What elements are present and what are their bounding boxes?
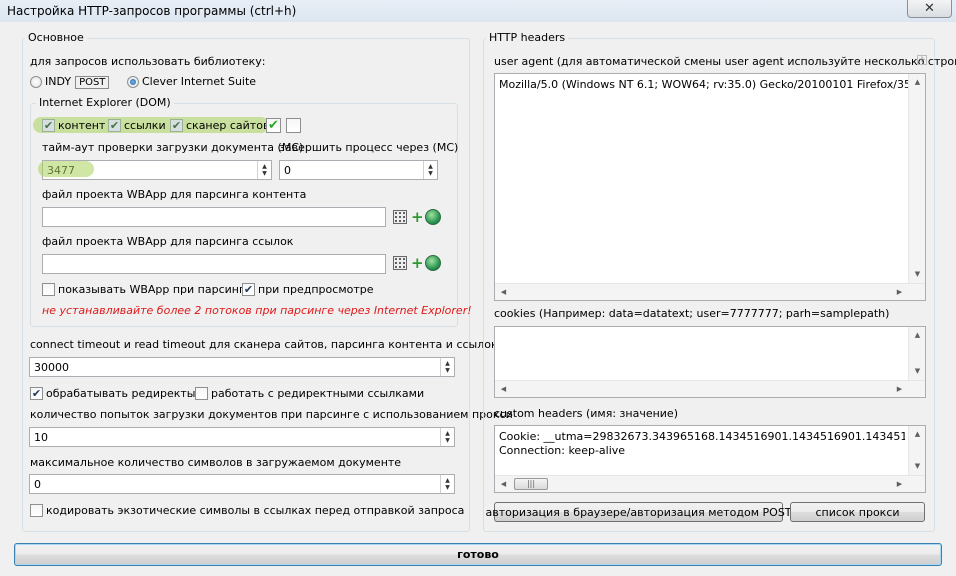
indy-post-badge: POST — [75, 76, 110, 89]
globe-icon[interactable] — [425, 209, 441, 225]
scroll-thumb[interactable]: ||| — [514, 478, 548, 490]
cb-content-label: контент — [58, 119, 106, 132]
terminate-input[interactable]: 0 ▲ ▼ — [279, 160, 438, 180]
highlight-timeout — [38, 161, 94, 177]
cb-handle-redirects[interactable] — [30, 387, 43, 400]
max-chars-input[interactable]: 0 ▲ ▼ — [29, 474, 455, 494]
scroll-right-icon[interactable]: ▶ — [891, 476, 908, 492]
cookies-hscroll[interactable]: ◀ ▶ — [495, 380, 925, 397]
wbapp-links-label: файл проекта WBApp для парсинга ссылок — [42, 235, 294, 248]
proxy-attempts-input[interactable]: 10 ▲ ▼ — [29, 427, 455, 447]
cb-on-preview[interactable] — [242, 283, 255, 296]
cb-handle-redirects-label: обрабатывать редиректы — [46, 387, 196, 400]
connect-timeout-label: connect timeout и read timeout для скане… — [30, 338, 525, 351]
globe-icon[interactable] — [425, 255, 441, 271]
basic-group-title: Основное — [25, 31, 87, 44]
timeout-spinner[interactable]: ▲ ▼ — [257, 161, 271, 179]
grid-icon[interactable] — [393, 210, 407, 224]
proxy-list-button[interactable]: список прокси — [790, 502, 925, 522]
custom-headers-memo[interactable]: Cookie: __utma=29832673.343965168.143451… — [494, 425, 926, 493]
cb-scanner[interactable] — [170, 119, 183, 132]
terminate-label: завершить процесс через (МС) — [279, 141, 459, 154]
custom-headers-hscroll[interactable]: ◀ ||| ▶ — [495, 475, 925, 492]
timeout-label: тайм-аут проверки загрузки документа (МС… — [42, 141, 304, 154]
plus-icon[interactable]: + — [411, 210, 424, 225]
custom-headers-label: custom headers (имя: значение) — [494, 407, 678, 420]
radio-indy-label: INDY POST — [45, 75, 110, 89]
custom-headers-line2: Connection: keep-alive — [499, 444, 626, 457]
scroll-left-icon[interactable]: ◀ — [495, 381, 512, 397]
scroll-down-icon[interactable]: ▼ — [909, 363, 925, 380]
expand-icon[interactable]: + — [917, 55, 927, 65]
window-title: Настройка HTTP-запросов программы (ctrl+… — [7, 4, 297, 18]
wbapp-links-input[interactable] — [42, 254, 386, 274]
terminate-value: 0 — [284, 164, 291, 177]
user-agent-value: Mozilla/5.0 (Windows NT 6.1; WOW64; rv:3… — [499, 78, 922, 91]
title-bar: Настройка HTTP-запросов программы (ctrl+… — [0, 0, 956, 22]
custom-headers-line1: Cookie: __utma=29832673.343965168.143451… — [499, 430, 905, 443]
cb-on-preview-label: при предпросмотре — [258, 283, 374, 296]
max-chars-value: 0 — [34, 478, 41, 491]
user-agent-memo[interactable]: Mozilla/5.0 (Windows NT 6.1; WOW64; rv:3… — [494, 73, 926, 301]
cb-extra1[interactable] — [266, 118, 281, 133]
max-chars-label: максимальное количество символов в загру… — [30, 456, 402, 469]
connect-timeout-input[interactable]: 30000 ▲ ▼ — [29, 357, 455, 377]
ie-group-title: Internet Explorer (DOM) — [36, 96, 174, 109]
cb-content[interactable] — [42, 119, 55, 132]
connect-timeout-spinner[interactable]: ▲ ▼ — [440, 358, 454, 376]
custom-headers-vscroll[interactable]: ▲ ▼ — [908, 426, 925, 475]
scroll-up-icon[interactable]: ▲ — [909, 426, 925, 443]
radio-clever[interactable] — [127, 76, 139, 88]
scroll-down-icon[interactable]: ▼ — [909, 266, 925, 283]
auth-button[interactable]: авторизация в браузере/авторизация метод… — [485, 502, 792, 522]
cb-links[interactable] — [108, 119, 121, 132]
proxy-attempts-value: 10 — [34, 431, 48, 444]
cb-encode-exotic-label: кодировать экзотические символы в ссылка… — [46, 504, 465, 517]
cb-extra2[interactable] — [286, 118, 301, 133]
terminate-spinner[interactable]: ▲ ▼ — [423, 161, 437, 179]
cb-encode-exotic[interactable] — [30, 504, 43, 517]
plus-icon[interactable]: + — [411, 256, 424, 271]
cb-show-wbapp-label: показывать WBApp при парсинге — [58, 283, 252, 296]
proxy-attempts-label: количество попыток загрузки документов п… — [30, 408, 513, 421]
scroll-left-icon[interactable]: ◀ — [495, 476, 512, 492]
cb-work-redirect-links-label: работать с редиректными ссылками — [211, 387, 425, 400]
wbapp-content-label: файл проекта WBApp для парсинга контента — [42, 188, 307, 201]
grid-icon[interactable] — [393, 256, 407, 270]
scroll-up-icon[interactable]: ▲ — [909, 74, 925, 91]
radio-indy-text: INDY — [45, 75, 72, 88]
user-agent-vscroll[interactable]: ▲ ▼ — [908, 74, 925, 283]
user-agent-label: user agent (для автоматической смены use… — [494, 55, 956, 68]
done-button[interactable]: готово — [14, 543, 942, 566]
library-label: для запросов использовать библиотеку: — [30, 55, 266, 68]
max-chars-spinner[interactable]: ▲ ▼ — [440, 475, 454, 493]
cb-scanner-label: сканер сайтов — [186, 119, 270, 132]
scroll-left-icon[interactable]: ◀ — [495, 284, 512, 300]
cb-work-redirect-links[interactable] — [195, 387, 208, 400]
cookies-label: cookies (Например: data=datatext; user=7… — [494, 307, 890, 320]
close-icon: ✕ — [924, 1, 935, 16]
cookies-vscroll[interactable]: ▲ ▼ — [908, 327, 925, 380]
settings-window: Настройка HTTP-запросов программы (ctrl+… — [0, 0, 956, 576]
scroll-down-icon[interactable]: ▼ — [909, 458, 925, 475]
wbapp-content-input[interactable] — [42, 207, 386, 227]
close-button[interactable]: ✕ — [907, 0, 952, 18]
radio-clever-label: Clever Internet Suite — [142, 75, 257, 88]
cookies-memo[interactable]: ▲ ▼ ◀ ▶ — [494, 326, 926, 398]
cb-links-label: ссылки — [124, 119, 166, 132]
scroll-right-icon[interactable]: ▶ — [891, 284, 908, 300]
connect-timeout-value: 30000 — [34, 361, 69, 374]
scroll-up-icon[interactable]: ▲ — [909, 327, 925, 344]
scroll-right-icon[interactable]: ▶ — [891, 381, 908, 397]
headers-group-title: HTTP headers — [486, 31, 569, 44]
radio-indy[interactable] — [30, 76, 42, 88]
proxy-attempts-spinner[interactable]: ▲ ▼ — [440, 428, 454, 446]
cb-show-wbapp[interactable] — [42, 283, 55, 296]
warning-text: не устанавливайте более 2 потоков при па… — [42, 304, 472, 317]
user-agent-hscroll[interactable]: ◀ ▶ — [495, 283, 925, 300]
